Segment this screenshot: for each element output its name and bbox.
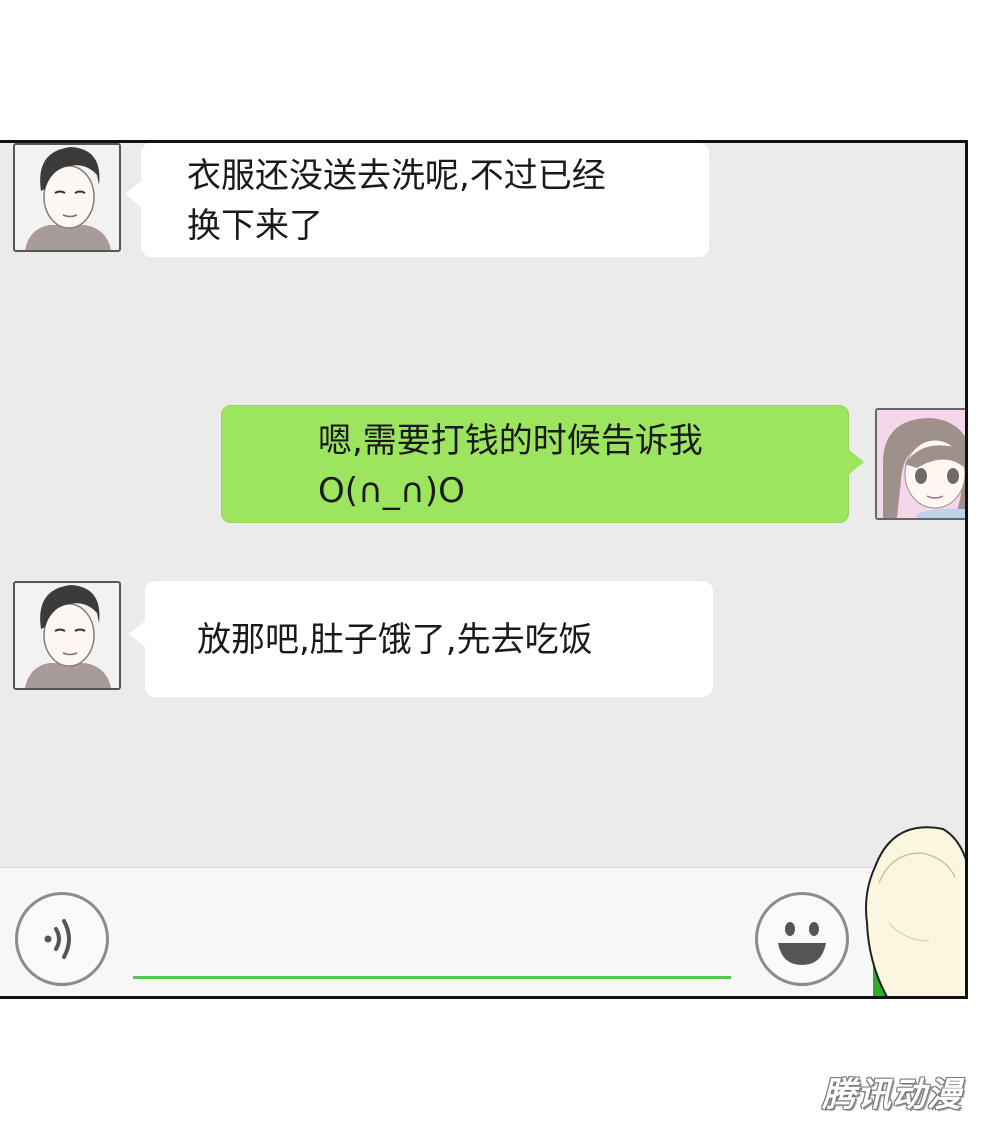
- contact-avatar[interactable]: [13, 581, 121, 690]
- outgoing-message-bubble[interactable]: 嗯,需要打钱的时候告诉我 O(∩_∩)O: [221, 405, 849, 523]
- voice-wave-icon: [18, 895, 106, 983]
- watermark-logo: 腾讯动漫: [822, 1075, 962, 1115]
- bubble-tail: [125, 181, 141, 207]
- message-input[interactable]: [133, 932, 731, 979]
- contact-avatar[interactable]: [13, 143, 121, 252]
- incoming-message-bubble[interactable]: 衣服还没送去洗呢,不过已经 换下来了: [141, 143, 709, 257]
- message-input-bar: [0, 867, 965, 996]
- incoming-message-bubble[interactable]: 放那吧,肚子饿了,先去吃饭: [145, 581, 713, 697]
- bubble-tail: [848, 449, 864, 475]
- smiley-icon: [758, 895, 846, 983]
- bubble-tail: [129, 621, 145, 647]
- voice-input-button[interactable]: [15, 892, 109, 986]
- message-text-line: O(∩_∩)O: [318, 471, 465, 511]
- chat-screen: 衣服还没送去洗呢,不过已经 换下来了 嗯,需要打钱的时候告诉我 O(∩_∩)O: [0, 140, 968, 999]
- emoji-button[interactable]: [755, 892, 849, 986]
- message-text-line: 换下来了: [187, 206, 323, 246]
- message-text-line: 嗯,需要打钱的时候告诉我: [318, 421, 703, 461]
- message-text-line: 放那吧,肚子饿了,先去吃饭: [197, 620, 593, 660]
- finger-illustration: [859, 823, 965, 996]
- my-avatar[interactable]: [875, 408, 965, 520]
- message-text-line: 衣服还没送去洗呢,不过已经: [187, 156, 606, 196]
